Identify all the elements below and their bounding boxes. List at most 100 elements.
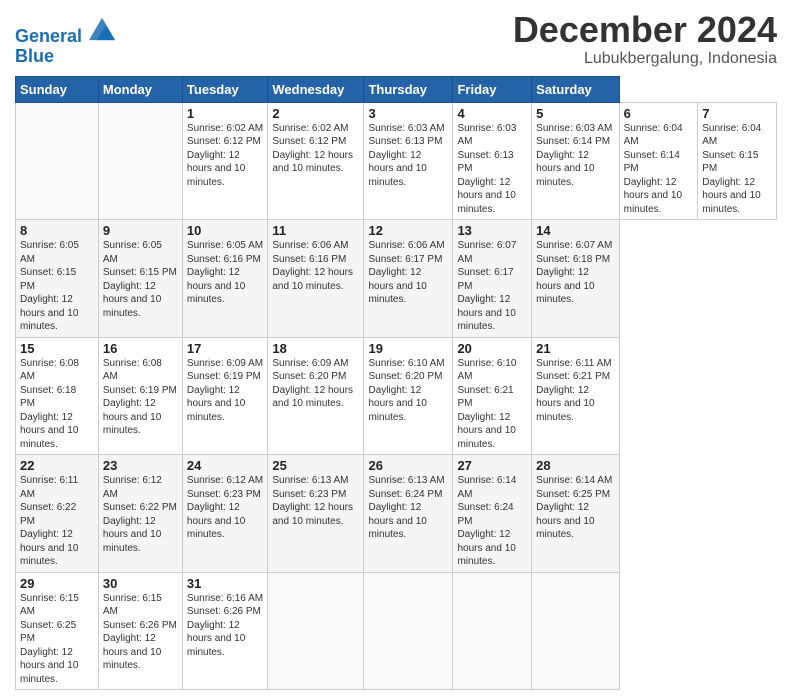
day-info: Sunrise: 6:04 AM Sunset: 6:14 PM Dayligh…: [624, 122, 694, 217]
calendar-cell: 13Sunrise: 6:07 AM Sunset: 6:17 PM Dayli…: [453, 220, 532, 338]
calendar-cell: [453, 572, 532, 690]
calendar-cell: 6Sunrise: 6:04 AM Sunset: 6:14 PM Daylig…: [619, 102, 698, 220]
day-number: 4: [457, 106, 527, 121]
calendar-cell: [532, 572, 619, 690]
day-number: 15: [20, 341, 94, 356]
day-number: 14: [536, 223, 614, 238]
calendar-cell: 14Sunrise: 6:07 AM Sunset: 6:18 PM Dayli…: [532, 220, 619, 338]
calendar-week-1: 1Sunrise: 6:02 AM Sunset: 6:12 PM Daylig…: [16, 102, 777, 220]
day-info: Sunrise: 6:09 AM Sunset: 6:19 PM Dayligh…: [187, 357, 263, 425]
calendar-cell: 12Sunrise: 6:06 AM Sunset: 6:17 PM Dayli…: [364, 220, 453, 338]
col-thursday: Thursday: [364, 76, 453, 102]
day-info: Sunrise: 6:13 AM Sunset: 6:23 PM Dayligh…: [272, 474, 359, 528]
day-info: Sunrise: 6:03 AM Sunset: 6:13 PM Dayligh…: [368, 122, 448, 190]
calendar-cell: 3Sunrise: 6:03 AM Sunset: 6:13 PM Daylig…: [364, 102, 453, 220]
day-number: 9: [103, 223, 178, 238]
day-number: 23: [103, 458, 178, 473]
day-number: 10: [187, 223, 263, 238]
day-info: Sunrise: 6:09 AM Sunset: 6:20 PM Dayligh…: [272, 357, 359, 411]
day-number: 20: [457, 341, 527, 356]
header: General Blue December 2024 Lubukbergalun…: [15, 10, 777, 68]
calendar-cell: 16Sunrise: 6:08 AM Sunset: 6:19 PM Dayli…: [98, 337, 182, 455]
logo-blue: Blue: [15, 47, 117, 67]
day-number: 7: [702, 106, 772, 121]
day-info: Sunrise: 6:10 AM Sunset: 6:20 PM Dayligh…: [368, 357, 448, 425]
day-number: 22: [20, 458, 94, 473]
calendar-header-row: Sunday Monday Tuesday Wednesday Thursday…: [16, 76, 777, 102]
logo-icon: [89, 14, 117, 42]
day-number: 11: [272, 223, 359, 238]
col-wednesday: Wednesday: [268, 76, 364, 102]
day-info: Sunrise: 6:11 AM Sunset: 6:22 PM Dayligh…: [20, 474, 94, 569]
day-info: Sunrise: 6:15 AM Sunset: 6:25 PM Dayligh…: [20, 592, 94, 687]
day-number: 6: [624, 106, 694, 121]
day-info: Sunrise: 6:02 AM Sunset: 6:12 PM Dayligh…: [187, 122, 263, 190]
day-info: Sunrise: 6:07 AM Sunset: 6:18 PM Dayligh…: [536, 239, 614, 307]
day-number: 13: [457, 223, 527, 238]
col-tuesday: Tuesday: [182, 76, 267, 102]
location-title: Lubukbergalung, Indonesia: [513, 50, 777, 68]
calendar-cell: 2Sunrise: 6:02 AM Sunset: 6:12 PM Daylig…: [268, 102, 364, 220]
calendar-cell: 15Sunrise: 6:08 AM Sunset: 6:18 PM Dayli…: [16, 337, 99, 455]
day-info: Sunrise: 6:04 AM Sunset: 6:15 PM Dayligh…: [702, 122, 772, 217]
calendar-cell: 9Sunrise: 6:05 AM Sunset: 6:15 PM Daylig…: [98, 220, 182, 338]
day-number: 3: [368, 106, 448, 121]
day-info: Sunrise: 6:11 AM Sunset: 6:21 PM Dayligh…: [536, 357, 614, 425]
calendar-cell: 1Sunrise: 6:02 AM Sunset: 6:12 PM Daylig…: [182, 102, 267, 220]
month-title: December 2024: [513, 10, 777, 50]
title-area: December 2024 Lubukbergalung, Indonesia: [513, 10, 777, 68]
calendar-cell: 24Sunrise: 6:12 AM Sunset: 6:23 PM Dayli…: [182, 455, 267, 573]
calendar-cell: [16, 102, 99, 220]
calendar-cell: 7Sunrise: 6:04 AM Sunset: 6:15 PM Daylig…: [698, 102, 777, 220]
day-info: Sunrise: 6:05 AM Sunset: 6:15 PM Dayligh…: [103, 239, 178, 320]
day-number: 12: [368, 223, 448, 238]
day-info: Sunrise: 6:15 AM Sunset: 6:26 PM Dayligh…: [103, 592, 178, 673]
logo-general: General: [15, 26, 82, 46]
calendar: Sunday Monday Tuesday Wednesday Thursday…: [15, 76, 777, 691]
day-number: 28: [536, 458, 614, 473]
calendar-cell: 26Sunrise: 6:13 AM Sunset: 6:24 PM Dayli…: [364, 455, 453, 573]
day-info: Sunrise: 6:12 AM Sunset: 6:22 PM Dayligh…: [103, 474, 178, 555]
calendar-cell: 5Sunrise: 6:03 AM Sunset: 6:14 PM Daylig…: [532, 102, 619, 220]
calendar-cell: 18Sunrise: 6:09 AM Sunset: 6:20 PM Dayli…: [268, 337, 364, 455]
calendar-cell: [364, 572, 453, 690]
day-info: Sunrise: 6:10 AM Sunset: 6:21 PM Dayligh…: [457, 357, 527, 452]
day-info: Sunrise: 6:12 AM Sunset: 6:23 PM Dayligh…: [187, 474, 263, 542]
day-number: 8: [20, 223, 94, 238]
calendar-cell: [98, 102, 182, 220]
calendar-cell: 25Sunrise: 6:13 AM Sunset: 6:23 PM Dayli…: [268, 455, 364, 573]
day-info: Sunrise: 6:05 AM Sunset: 6:16 PM Dayligh…: [187, 239, 263, 307]
day-number: 18: [272, 341, 359, 356]
day-info: Sunrise: 6:06 AM Sunset: 6:16 PM Dayligh…: [272, 239, 359, 293]
day-number: 19: [368, 341, 448, 356]
day-number: 26: [368, 458, 448, 473]
day-info: Sunrise: 6:08 AM Sunset: 6:18 PM Dayligh…: [20, 357, 94, 452]
calendar-cell: 19Sunrise: 6:10 AM Sunset: 6:20 PM Dayli…: [364, 337, 453, 455]
day-number: 1: [187, 106, 263, 121]
day-info: Sunrise: 6:06 AM Sunset: 6:17 PM Dayligh…: [368, 239, 448, 307]
calendar-cell: 30Sunrise: 6:15 AM Sunset: 6:26 PM Dayli…: [98, 572, 182, 690]
day-number: 31: [187, 576, 263, 591]
col-monday: Monday: [98, 76, 182, 102]
calendar-week-4: 22Sunrise: 6:11 AM Sunset: 6:22 PM Dayli…: [16, 455, 777, 573]
calendar-cell: 22Sunrise: 6:11 AM Sunset: 6:22 PM Dayli…: [16, 455, 99, 573]
calendar-week-3: 15Sunrise: 6:08 AM Sunset: 6:18 PM Dayli…: [16, 337, 777, 455]
calendar-cell: 27Sunrise: 6:14 AM Sunset: 6:24 PM Dayli…: [453, 455, 532, 573]
logo-text: General: [15, 14, 117, 47]
calendar-cell: 4Sunrise: 6:03 AM Sunset: 6:13 PM Daylig…: [453, 102, 532, 220]
day-number: 25: [272, 458, 359, 473]
day-number: 16: [103, 341, 178, 356]
day-number: 27: [457, 458, 527, 473]
calendar-cell: 31Sunrise: 6:16 AM Sunset: 6:26 PM Dayli…: [182, 572, 267, 690]
col-sunday: Sunday: [16, 76, 99, 102]
day-number: 30: [103, 576, 178, 591]
logo: General Blue: [15, 14, 117, 67]
calendar-cell: 11Sunrise: 6:06 AM Sunset: 6:16 PM Dayli…: [268, 220, 364, 338]
calendar-cell: [268, 572, 364, 690]
col-friday: Friday: [453, 76, 532, 102]
col-saturday: Saturday: [532, 76, 619, 102]
calendar-week-5: 29Sunrise: 6:15 AM Sunset: 6:25 PM Dayli…: [16, 572, 777, 690]
calendar-cell: 8Sunrise: 6:05 AM Sunset: 6:15 PM Daylig…: [16, 220, 99, 338]
day-info: Sunrise: 6:14 AM Sunset: 6:25 PM Dayligh…: [536, 474, 614, 542]
day-number: 29: [20, 576, 94, 591]
